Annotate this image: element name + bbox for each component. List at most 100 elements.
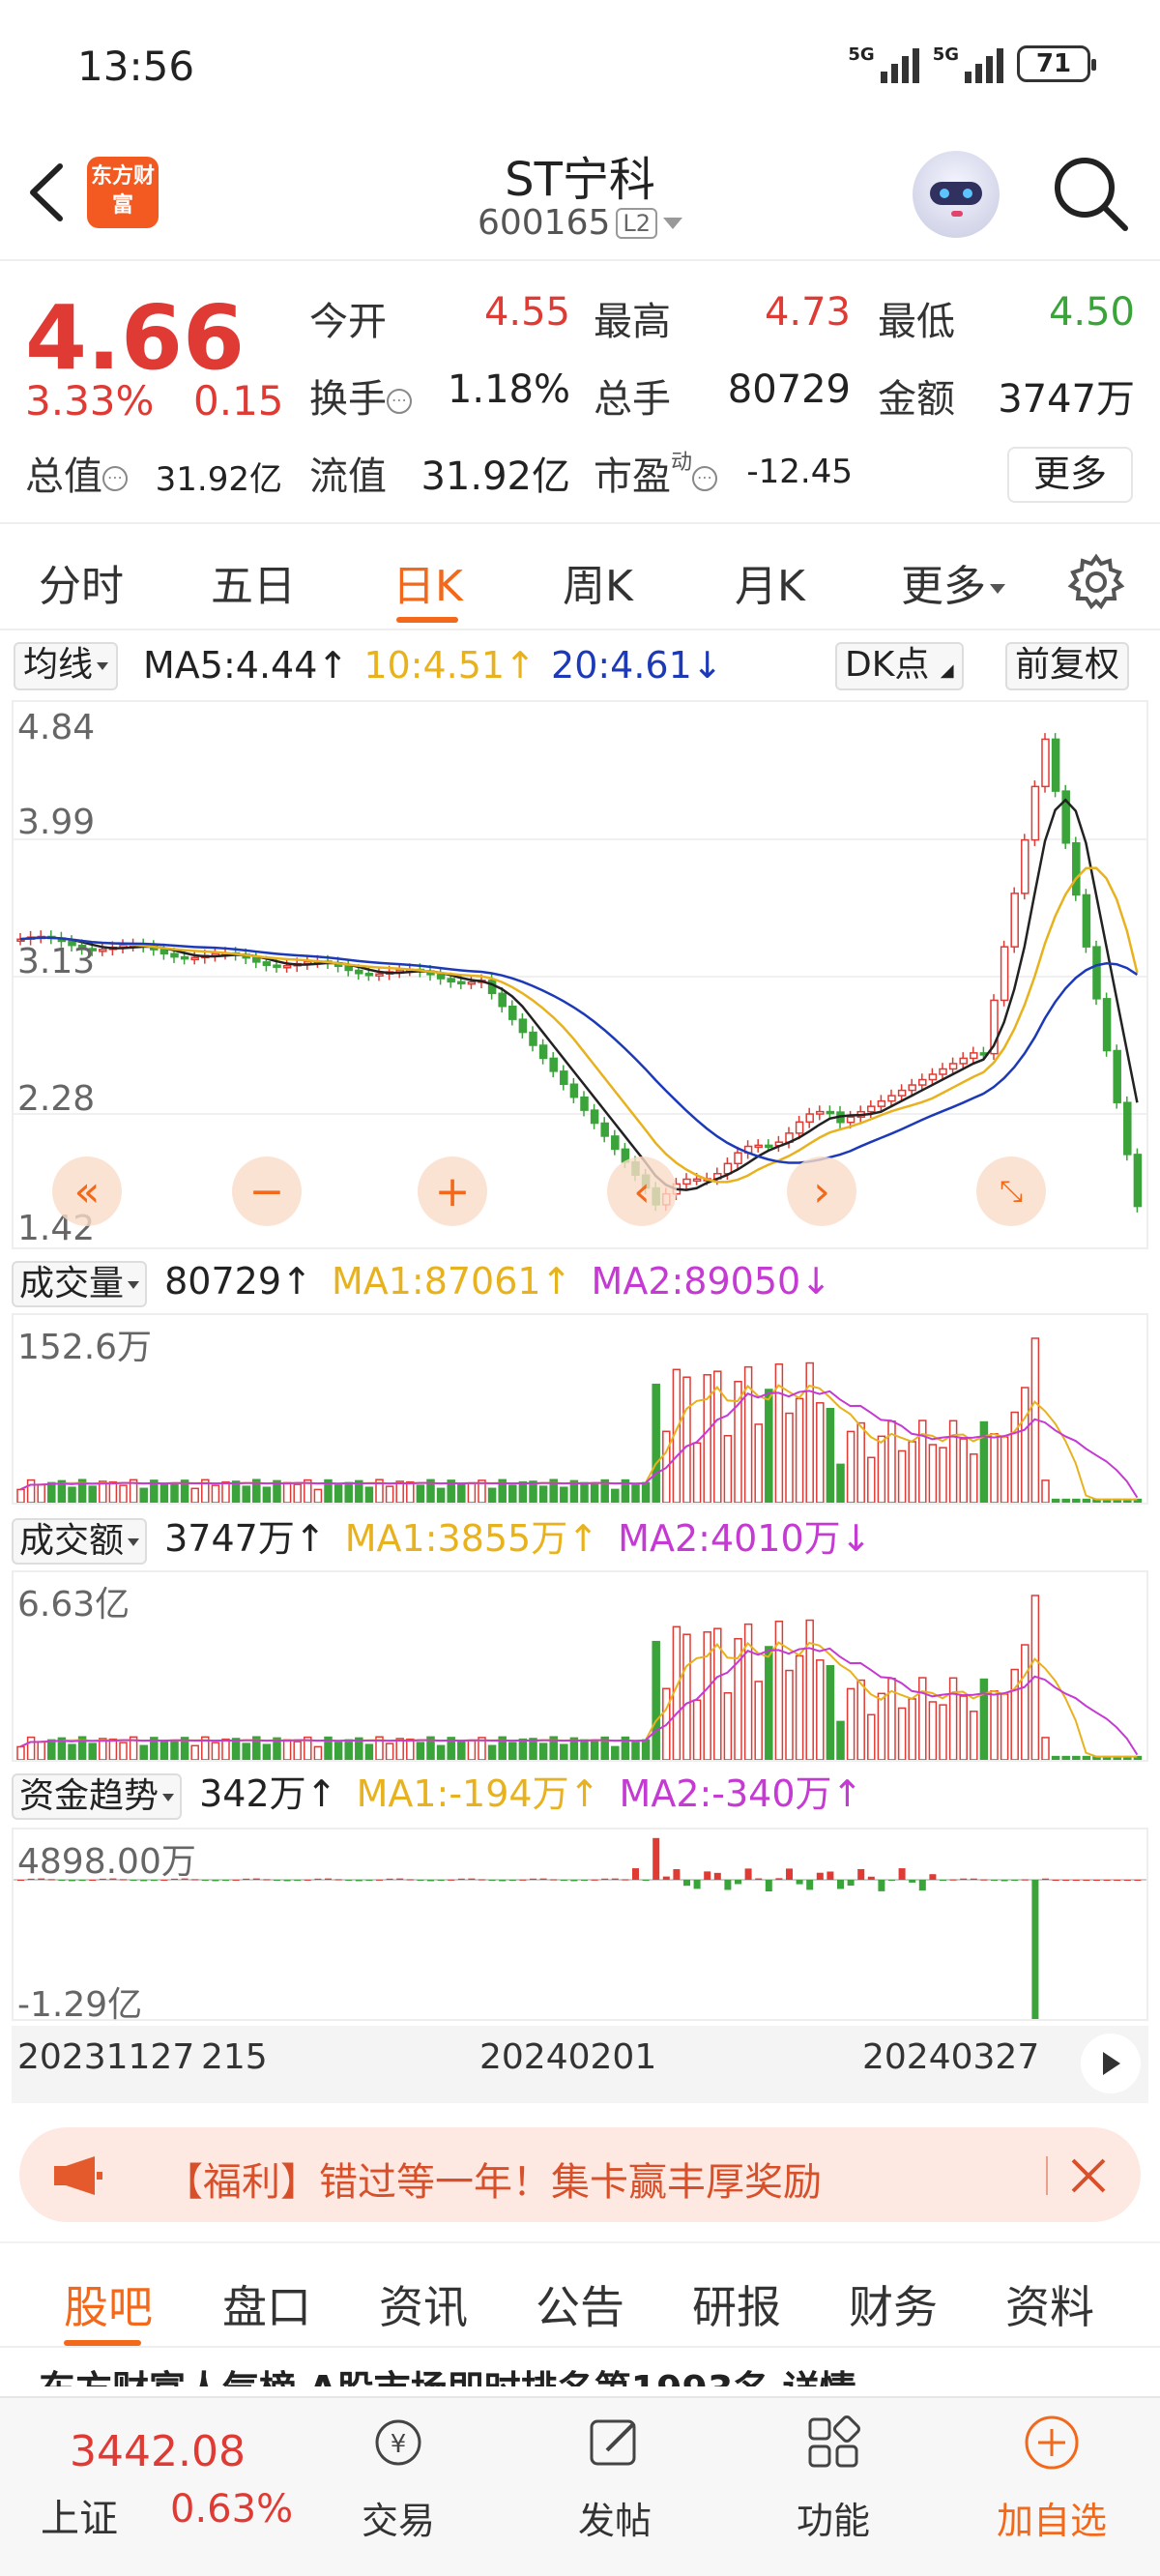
fund-bar xyxy=(673,1869,681,1880)
volume-bar xyxy=(560,1486,568,1503)
candle-body xyxy=(1000,946,1009,1002)
candle-body xyxy=(600,1122,609,1137)
amount-bar xyxy=(908,1698,916,1760)
promo-banner[interactable]: 【福利】错过等一年！集卡赢丰厚奖励 xyxy=(19,2127,1141,2222)
total-mv-label: 总值 ⋯ xyxy=(25,445,128,501)
amount-bar xyxy=(538,1742,548,1760)
fund-top-label: 4898.00万 xyxy=(17,1842,196,1882)
volume-chart[interactable]: 152.6万 xyxy=(12,1313,1148,1505)
tab-more[interactable]: 更多 xyxy=(901,551,1005,613)
gear-icon[interactable] xyxy=(1067,553,1125,611)
fund-bar xyxy=(519,1879,527,1881)
float-mv-label: 流值 xyxy=(309,454,387,499)
index-value[interactable]: 3442.08 xyxy=(70,2427,246,2476)
amount-bar xyxy=(221,1738,230,1760)
amount-bar xyxy=(979,1678,989,1760)
tab-monthly-k[interactable]: 月K xyxy=(735,551,805,613)
search-icon[interactable] xyxy=(1050,153,1131,234)
candle-body xyxy=(457,981,466,985)
ma5-value: MA5:4.44 xyxy=(143,644,318,687)
high-value: 4.73 xyxy=(764,290,851,335)
volume-bar xyxy=(990,1433,999,1503)
candle-body xyxy=(467,981,477,985)
fund-bar xyxy=(243,1878,250,1880)
tab-daily-k[interactable]: 日K xyxy=(392,551,463,613)
close-icon[interactable] xyxy=(1069,2156,1108,2195)
nav-function[interactable]: 功能 xyxy=(756,2412,911,2544)
scroll-left-fast-button[interactable]: « xyxy=(52,1156,122,1226)
kline-chart[interactable]: 4.84 3.99 3.13 2.28 1.42 « − + ‹ › ⤡ xyxy=(12,700,1148,1249)
nav-add-watchlist[interactable]: 加自选 xyxy=(974,2412,1129,2544)
info-icon[interactable]: ⋯ xyxy=(102,466,128,491)
more-button[interactable]: 更多 xyxy=(1007,447,1133,503)
volume-ma1: MA1:87061 xyxy=(331,1260,541,1303)
info-icon[interactable]: ⋯ xyxy=(387,389,412,414)
forward-adjust-button[interactable]: 前复权 xyxy=(1005,642,1130,690)
tab-financials[interactable]: 财务 xyxy=(849,2272,938,2336)
scroll-left-button[interactable]: ‹ xyxy=(607,1156,677,1226)
tab-five-day[interactable]: 五日 xyxy=(211,551,296,613)
tab-news[interactable]: 资讯 xyxy=(379,2272,468,2336)
popularity-rank-row[interactable]: 东方财富人气榜 A股市场即时排名第1993名 详情 xyxy=(39,2359,1121,2386)
nav-post[interactable]: 发帖 xyxy=(537,2412,692,2544)
amount-select[interactable]: 成交额 xyxy=(12,1517,148,1565)
volume-select[interactable]: 成交量 xyxy=(12,1260,148,1307)
next-page-button[interactable] xyxy=(1081,2034,1141,2093)
volume-bar xyxy=(231,1480,241,1503)
fullscreen-icon[interactable]: ⤡ xyxy=(976,1156,1046,1226)
volume-bar xyxy=(1021,1387,1030,1503)
open-label: 今开 xyxy=(309,300,387,344)
amount-bar xyxy=(88,1742,97,1760)
candle-body xyxy=(1041,738,1050,788)
amount-bar xyxy=(805,1619,814,1760)
candle-body xyxy=(364,973,374,977)
volume-bar xyxy=(795,1397,804,1503)
tab-announcements[interactable]: 公告 xyxy=(536,2272,624,2336)
candle-body xyxy=(948,1063,958,1070)
y-tick-label: 2.28 xyxy=(17,1079,96,1119)
fund-chart[interactable]: 4898.00万 -1.29亿 xyxy=(12,1828,1148,2025)
date-label: 215 xyxy=(201,2037,268,2077)
fund-bar xyxy=(550,1879,558,1881)
volume-bar xyxy=(395,1480,404,1503)
index-change[interactable]: 0.63% xyxy=(170,2487,293,2532)
tab-guba[interactable]: 股吧 xyxy=(64,2272,153,2336)
zoom-in-button[interactable]: + xyxy=(418,1156,487,1226)
tab-profile[interactable]: 资料 xyxy=(1005,2272,1094,2336)
ai-robot-icon[interactable] xyxy=(913,151,1000,238)
fund-bar xyxy=(1000,1880,1008,1882)
amount-chart[interactable]: 6.63亿 xyxy=(12,1570,1148,1762)
zoom-out-button[interactable]: − xyxy=(232,1156,302,1226)
scroll-right-button[interactable]: › xyxy=(787,1156,856,1226)
tab-pankou[interactable]: 盘口 xyxy=(222,2272,311,2336)
volume-bar xyxy=(867,1456,876,1503)
tab-research[interactable]: 研报 xyxy=(692,2272,781,2336)
fund-bar xyxy=(929,1874,937,1880)
volume-plot xyxy=(16,1337,1143,1503)
candle-body xyxy=(252,956,261,963)
dk-point-button[interactable]: DK点 ◢ xyxy=(835,642,964,690)
nav-trade[interactable]: ¥ 交易 xyxy=(321,2412,476,2544)
info-icon[interactable]: ⋯ xyxy=(692,466,718,491)
fund-bar xyxy=(232,1879,240,1881)
volume-bar xyxy=(1000,1436,1009,1503)
index-name[interactable]: 上证 xyxy=(41,2487,118,2543)
tab-intraday[interactable]: 分时 xyxy=(39,551,124,613)
trade-icon: ¥ xyxy=(375,2419,421,2466)
amount-bar xyxy=(344,1739,353,1760)
amount-bar xyxy=(877,1692,886,1760)
fund-bar xyxy=(1031,1880,1039,2019)
fund-select[interactable]: 资金趋势 xyxy=(12,1772,183,1820)
fund-bar xyxy=(406,1879,414,1881)
tab-weekly-k[interactable]: 周K xyxy=(563,551,633,613)
volume-bar xyxy=(754,1423,763,1503)
volume-bar xyxy=(68,1486,76,1503)
fund-bar xyxy=(704,1871,711,1880)
volume-bar xyxy=(108,1480,118,1503)
volume-bar xyxy=(1082,1498,1091,1503)
indicator-select[interactable]: 均线 xyxy=(14,642,119,690)
volume-current: 80729 xyxy=(164,1260,281,1303)
svg-text:¥: ¥ xyxy=(391,2430,407,2459)
amount-bar xyxy=(487,1744,497,1760)
volume-bar xyxy=(406,1480,415,1503)
